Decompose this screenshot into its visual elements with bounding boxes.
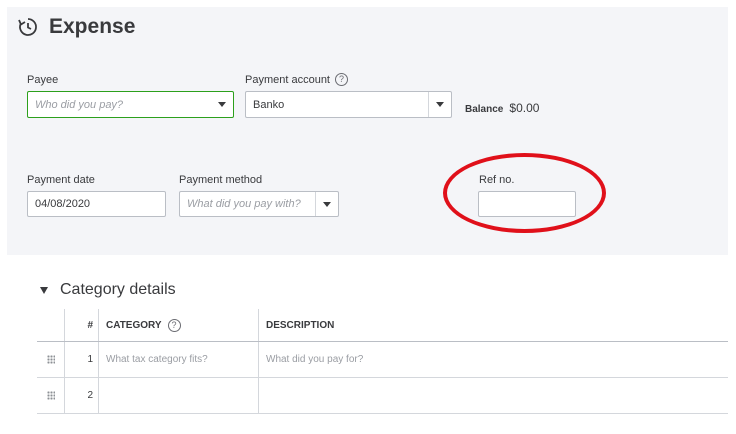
payment-method-dropdown[interactable]: What did you pay with? <box>179 191 339 217</box>
chevron-down-icon[interactable] <box>428 92 451 117</box>
balance-label: Balance <box>465 104 504 115</box>
payment-account-label: Payment account <box>245 74 330 86</box>
table-row[interactable]: 1 What tax category fits? What did you p… <box>37 342 728 378</box>
expense-header-panel <box>7 7 728 255</box>
category-cell[interactable] <box>98 378 258 413</box>
payee-dropdown[interactable]: Who did you pay? <box>27 91 234 118</box>
drag-handle-icon[interactable] <box>37 378 64 413</box>
table-row[interactable]: 2 <box>37 378 728 414</box>
page-title-row: Expense <box>17 15 135 39</box>
balance-value: $0.00 <box>509 101 540 115</box>
payee-input[interactable]: Who did you pay? <box>28 99 210 111</box>
header-category: CATEGORY ? <box>98 309 258 341</box>
chevron-down-icon[interactable] <box>315 192 338 216</box>
row-number: 1 <box>64 342 98 377</box>
help-icon[interactable]: ? <box>167 318 181 332</box>
description-cell[interactable]: What did you pay for? <box>258 342 728 377</box>
row-number: 2 <box>64 378 98 413</box>
payment-account-dropdown[interactable]: Banko <box>245 91 452 118</box>
header-num: # <box>64 309 98 341</box>
caret-down-icon[interactable] <box>40 286 48 294</box>
description-cell[interactable] <box>258 378 728 413</box>
page-title: Expense <box>49 15 136 38</box>
header-drag-cell <box>37 309 64 341</box>
drag-handle-icon[interactable] <box>37 342 64 377</box>
recurring-clock-icon <box>18 18 37 36</box>
help-icon[interactable]: ? <box>335 73 348 86</box>
payment-method-label: Payment method <box>179 174 263 186</box>
annotation-circle <box>443 153 606 233</box>
payment-account-value: Banko <box>253 98 285 111</box>
header-description: DESCRIPTION <box>258 309 728 341</box>
chevron-down-icon[interactable] <box>210 92 233 117</box>
category-cell[interactable]: What tax category fits? <box>98 342 258 377</box>
payment-method-input[interactable]: What did you pay with? <box>180 198 315 210</box>
balance-display: Balance $0.00 <box>465 101 539 115</box>
table-header-row: # CATEGORY ? DESCRIPTION <box>37 309 728 342</box>
category-details-title: Category details <box>60 281 176 298</box>
payment-date-field[interactable]: 04/08/2020 <box>27 191 166 217</box>
header-category-label: CATEGORY <box>106 319 162 331</box>
payment-date-label: Payment date <box>27 174 95 186</box>
category-details-toggle[interactable]: Category details <box>40 281 176 299</box>
payment-date-value[interactable]: 04/08/2020 <box>28 198 165 210</box>
payee-label: Payee <box>27 74 59 86</box>
category-table: # CATEGORY ? DESCRIPTION 1 What tax cate… <box>37 309 728 414</box>
